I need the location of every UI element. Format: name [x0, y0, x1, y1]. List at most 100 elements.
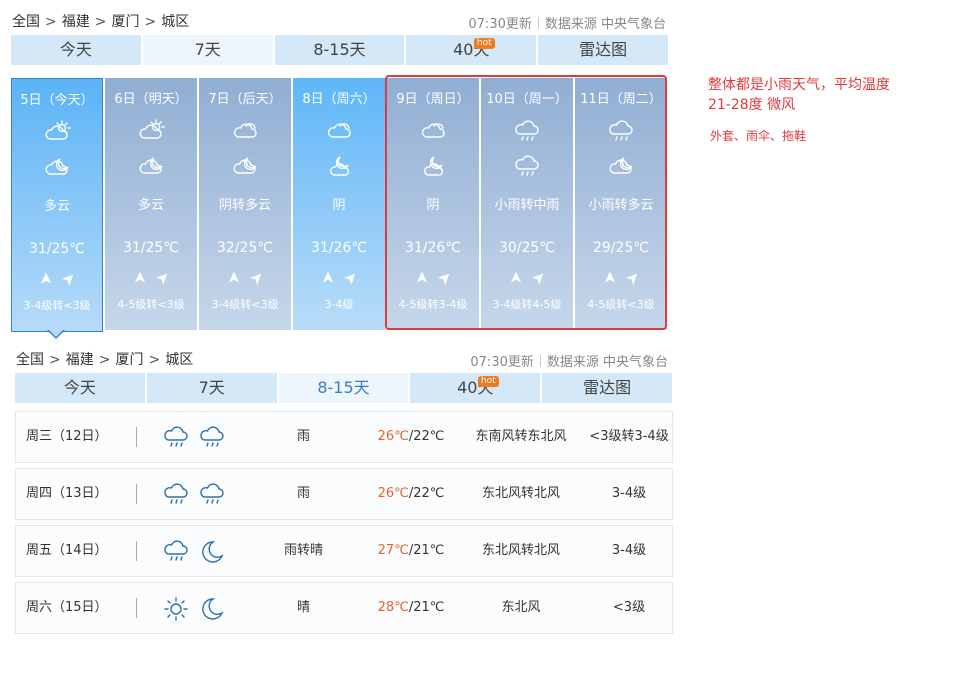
- row-temp-low: /22℃: [408, 429, 445, 444]
- day-date: 7日（后天）: [208, 92, 282, 107]
- day-wind-level: 4-5级转<3级: [117, 298, 185, 311]
- cloud-icon: [199, 118, 291, 146]
- wind-direction-icon: ➤ ➤: [317, 266, 363, 289]
- update-info: 07:30更新 数据来源 中央气象台: [468, 13, 666, 32]
- rain-cloud-icon: [162, 540, 190, 561]
- row-temp-high: 27℃: [377, 543, 409, 558]
- day-card[interactable]: 8日（周六） 阴 31/26℃ ➤ ➤ 3-4级: [293, 78, 385, 330]
- data-source: 数据来源 中央气象台: [546, 355, 668, 370]
- tab-radar[interactable]: 雷达图: [538, 35, 668, 65]
- day-card[interactable]: 6日（明天） 多云 31/25℃ ➤ ➤ 4-5级转<3级: [105, 78, 197, 330]
- row-weather: 雨: [296, 486, 310, 501]
- selected-pointer: [47, 329, 65, 339]
- row-temp: 27℃/21℃: [371, 526, 451, 576]
- breadcrumb-district: 城区: [161, 14, 190, 30]
- day-wind-level: 3-4级转<3级: [23, 299, 91, 312]
- row-temp: 26℃/22℃: [371, 469, 451, 519]
- day-wind-level: 3-4级: [324, 298, 354, 311]
- update-time: 07:30更新: [468, 17, 532, 32]
- breadcrumb-district: 城区: [165, 352, 194, 368]
- rain-cloud-icon: [198, 483, 226, 504]
- row-temp: 26℃/22℃: [371, 412, 451, 462]
- row-weather: 雨转晴: [283, 543, 323, 558]
- row-day: 周三（12日）: [26, 429, 108, 444]
- row-wind: 东北风: [501, 600, 541, 615]
- breadcrumb-2: 全国 > 福建 > 厦门 > 城区: [16, 352, 194, 368]
- breadcrumb-province[interactable]: 福建: [62, 14, 90, 30]
- update-info-2: 07:30更新 数据来源 中央气象台: [470, 351, 668, 370]
- day-card[interactable]: 7日（后天） 阴转多云 32/25℃ ➤ ➤ 3-4级转<3级: [199, 78, 291, 330]
- row-wind: 东南风转东北风: [475, 429, 567, 444]
- day-weather: 阴: [332, 198, 346, 213]
- row-temp-high: 26℃: [377, 486, 409, 501]
- day-temp: 32/25℃: [216, 240, 274, 256]
- partly-cloudy-sun-icon: [105, 118, 197, 146]
- row-day: 周六（15日）: [26, 600, 108, 615]
- forecast-row[interactable]: 周五（14日） 雨转晴 27℃/21℃ 东北风转北风 3-4级: [15, 525, 673, 577]
- row-wind: 东北风转北风: [481, 543, 560, 558]
- row-day: 周五（14日）: [26, 543, 108, 558]
- divider: [136, 598, 137, 618]
- breadcrumb-country[interactable]: 全国: [16, 352, 44, 368]
- tab-8-15days[interactable]: 8-15天: [278, 373, 409, 403]
- day-weather: 阴转多云: [218, 198, 271, 213]
- tab-today[interactable]: 今天: [15, 373, 145, 403]
- forecast-row[interactable]: 周三（12日） 雨 26℃/22℃ 东南风转东北风 <3级转3-4级: [15, 411, 673, 463]
- data-source: 数据来源 中央气象台: [544, 17, 666, 32]
- row-icons: [162, 481, 226, 509]
- note-line-2: 21-28度 微风: [708, 97, 796, 113]
- breadcrumb-city[interactable]: 厦门: [115, 352, 143, 368]
- partly-cloudy-sun-icon: [12, 119, 102, 147]
- row-temp-high: 28℃: [377, 600, 409, 615]
- tab-40days[interactable]: 40天 hot: [406, 35, 537, 65]
- forecast-tabs-2: 今天 7天 8-15天 40天 hot 雷达图: [15, 373, 672, 403]
- day-date: 5日（今天）: [20, 93, 94, 108]
- breadcrumb-city[interactable]: 厦门: [111, 14, 139, 30]
- breadcrumb-country[interactable]: 全国: [12, 14, 40, 30]
- row-temp-low: /22℃: [408, 486, 445, 501]
- rain-cloud-icon: [162, 483, 190, 504]
- forecast-row[interactable]: 周四（13日） 雨 26℃/22℃ 东北风转北风 3-4级: [15, 468, 673, 520]
- cloud-icon: [293, 118, 385, 146]
- day-date: 6日（明天）: [114, 92, 188, 107]
- row-wind-level: <3级转3-4级: [589, 429, 669, 444]
- hot-badge: hot: [477, 376, 499, 387]
- rain-cloud-icon: [198, 426, 226, 447]
- wind-direction-icon: ➤ ➤: [129, 266, 175, 289]
- cloud-moon-icon: [105, 153, 197, 181]
- cloud-moon-icon: [199, 153, 291, 181]
- note-line-1: 整体都是小雨天气，平均温度: [708, 77, 890, 93]
- tab-today[interactable]: 今天: [11, 35, 141, 65]
- row-temp-low: /21℃: [408, 543, 445, 558]
- breadcrumb-province[interactable]: 福建: [66, 352, 94, 368]
- row-weather: 雨: [296, 429, 310, 444]
- row-icons: [162, 424, 226, 452]
- tab-radar[interactable]: 雷达图: [542, 373, 672, 403]
- moon-icon: [198, 598, 226, 620]
- divider: [136, 427, 137, 447]
- row-temp: 28℃/21℃: [371, 583, 451, 633]
- row-icons: [162, 538, 226, 566]
- wind-direction-icon: ➤ ➤: [223, 266, 269, 289]
- tab-40days[interactable]: 40天 hot: [410, 373, 541, 403]
- row-wind: 东北风转北风: [481, 486, 560, 501]
- day-weather: 多云: [137, 198, 164, 213]
- forecast-row[interactable]: 周六（15日） 晴 28℃/21℃ 东北风 <3级: [15, 582, 673, 634]
- row-temp-low: /21℃: [408, 600, 445, 615]
- forecast-tabs: 今天 7天 8-15天 40天 hot 雷达图: [11, 35, 668, 65]
- day-temp: 31/26℃: [310, 240, 368, 256]
- moon-icon: [198, 541, 226, 563]
- row-wind-level: 3-4级: [611, 543, 647, 558]
- tab-8-15days[interactable]: 8-15天: [274, 35, 405, 65]
- day-temp: 31/25℃: [28, 241, 86, 257]
- annotation-note: 整体都是小雨天气，平均温度 21-28度 微风: [708, 75, 890, 115]
- day-card[interactable]: 5日（今天） 多云 31/25℃ ➤ ➤ 3-4级转<3级: [11, 78, 103, 332]
- row-icons: [162, 595, 226, 623]
- update-time: 07:30更新: [470, 355, 534, 370]
- day-weather: 多云: [43, 199, 70, 214]
- tab-7days[interactable]: 7天: [146, 373, 277, 403]
- rain-cloud-icon: [162, 426, 190, 447]
- row-wind-level: <3级: [612, 600, 646, 615]
- day-temp: 31/25℃: [122, 240, 180, 256]
- tab-7days[interactable]: 7天: [142, 35, 273, 65]
